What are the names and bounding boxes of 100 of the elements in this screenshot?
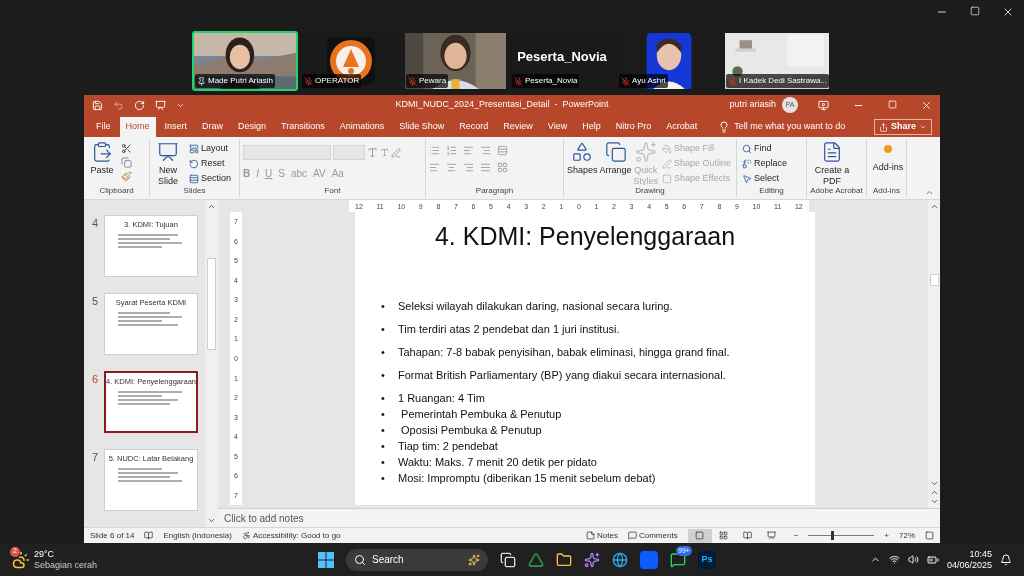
scroll-up-icon[interactable] bbox=[929, 202, 939, 211]
ribbon-tab[interactable]: View bbox=[541, 117, 574, 137]
ribbon-tab[interactable]: Acrobat bbox=[660, 117, 704, 137]
undo-icon[interactable] bbox=[113, 99, 124, 111]
align-left-icon[interactable] bbox=[429, 162, 440, 173]
participant-display-name: Peserta_Novia bbox=[517, 48, 607, 67]
task-view-icon[interactable] bbox=[500, 551, 516, 568]
format-painter-icon[interactable] bbox=[121, 171, 132, 182]
ribbon-tab[interactable]: Animations bbox=[333, 117, 391, 137]
notes-button[interactable]: Notes bbox=[586, 529, 618, 542]
scroll-down-icon[interactable] bbox=[929, 479, 939, 488]
weather-icon[interactable] bbox=[12, 550, 30, 569]
increase-indent-icon[interactable] bbox=[480, 145, 491, 156]
comments-button[interactable]: Comments bbox=[627, 529, 678, 542]
notes-placeholder[interactable]: Click to add notes bbox=[224, 510, 304, 526]
ribbon-tab[interactable]: Review bbox=[497, 117, 539, 137]
maximize-icon[interactable] bbox=[970, 6, 980, 16]
ribbon-button[interactable]: Layout bbox=[187, 141, 234, 156]
ribbon-button[interactable]: Select bbox=[740, 171, 803, 185]
ribbon-tab[interactable]: Draw bbox=[196, 117, 230, 137]
ribbon-large-button[interactable]: Paste bbox=[87, 139, 117, 182]
notes-icon bbox=[586, 531, 596, 540]
bullet-text: 1 Ruangan: 4 Tim bbox=[398, 390, 485, 406]
next-slide-icon[interactable] bbox=[929, 497, 939, 506]
numbering-icon[interactable] bbox=[446, 145, 457, 156]
share-button[interactable]: Share bbox=[874, 119, 932, 135]
ribbon-tab[interactable]: Transitions bbox=[275, 117, 331, 137]
photoshop-icon[interactable]: Ps bbox=[698, 550, 716, 569]
justify-icon[interactable] bbox=[480, 162, 491, 173]
ribbon-tab[interactable]: Insert bbox=[158, 117, 194, 137]
save-icon[interactable] bbox=[92, 99, 103, 111]
grow-font-icon[interactable] bbox=[367, 147, 378, 158]
font-size-field[interactable] bbox=[333, 145, 365, 160]
scroll-down-icon[interactable] bbox=[207, 516, 216, 525]
ribbon-display-icon[interactable] bbox=[818, 99, 829, 111]
clock-date[interactable]: 04/06/2025 bbox=[946, 559, 992, 571]
folder-icon[interactable] bbox=[556, 551, 572, 568]
close-icon[interactable] bbox=[1002, 6, 1014, 18]
participant-tile[interactable]: Pewara bbox=[403, 31, 508, 91]
ribbon-large-button[interactable]: Arrange bbox=[599, 139, 632, 185]
clock-time[interactable]: 10:45 bbox=[969, 548, 992, 560]
cut-icon[interactable] bbox=[121, 143, 132, 154]
ribbon-large-button[interactable]: Create a PDF bbox=[810, 139, 854, 185]
participant-tile[interactable]: I Kadek Dedi Sastrawa... bbox=[723, 31, 831, 91]
accessibility-icon bbox=[241, 531, 251, 540]
battery-icon[interactable] bbox=[926, 553, 939, 566]
line-spacing-icon[interactable] bbox=[497, 145, 508, 156]
previous-slide-icon[interactable] bbox=[929, 488, 939, 497]
ribbon-tab[interactable]: Help bbox=[576, 117, 607, 137]
font-name-field[interactable] bbox=[243, 145, 331, 160]
zoom-level[interactable]: 72% bbox=[899, 529, 915, 542]
ribbon-tab[interactable]: Design bbox=[232, 117, 273, 137]
ribbon-tab[interactable]: Home bbox=[119, 117, 156, 137]
view-button[interactable] bbox=[687, 528, 712, 543]
scrollbar[interactable] bbox=[205, 200, 218, 527]
scroll-up-icon[interactable] bbox=[207, 202, 216, 211]
bullet-icon: • bbox=[381, 421, 398, 438]
collapse-ribbon-icon[interactable] bbox=[925, 188, 934, 197]
participant-tile[interactable]: Made Putri Ariasih bbox=[192, 31, 298, 91]
accessibility-status[interactable]: Accessibility: Good to go bbox=[252, 529, 341, 542]
volume-icon[interactable] bbox=[907, 554, 919, 565]
drive-icon[interactable] bbox=[528, 551, 544, 568]
ribbon-button[interactable]: Section bbox=[187, 171, 234, 185]
ribbon-tab[interactable]: Record bbox=[453, 117, 495, 137]
add-ins-button[interactable]: Add-ins bbox=[870, 139, 903, 175]
shrink-font-icon[interactable] bbox=[380, 148, 389, 157]
chat-app-icon[interactable] bbox=[670, 551, 686, 568]
notifications-icon[interactable] bbox=[1000, 553, 1012, 566]
bullets-icon[interactable] bbox=[429, 145, 440, 156]
browser-icon[interactable] bbox=[612, 551, 628, 568]
scrollbar-thumb[interactable] bbox=[207, 257, 216, 350]
align-center-icon[interactable] bbox=[446, 162, 457, 173]
windows-start-icon[interactable] bbox=[318, 551, 334, 568]
spelling-icon[interactable] bbox=[144, 531, 154, 540]
ribbon-large-button[interactable]: New Slide bbox=[153, 139, 183, 185]
ribbon-button[interactable]: Find bbox=[740, 141, 803, 156]
redo-icon[interactable] bbox=[134, 99, 145, 111]
columns-icon[interactable] bbox=[497, 162, 508, 173]
ribbon-tab[interactable]: Slide Show bbox=[393, 117, 451, 137]
zoom-in-button[interactable]: + bbox=[884, 529, 889, 542]
copilot-icon[interactable] bbox=[584, 551, 600, 568]
zoom-slider-thumb[interactable] bbox=[831, 531, 835, 540]
ribbon-tab[interactable]: Nitro Pro bbox=[609, 117, 658, 137]
ribbon-button[interactable]: Reset bbox=[187, 156, 234, 171]
slideshow-icon[interactable] bbox=[155, 99, 166, 111]
ribbon-button[interactable]: Replace bbox=[740, 156, 803, 171]
wifi-icon[interactable] bbox=[888, 554, 900, 565]
scrollbar-thumb[interactable] bbox=[929, 274, 939, 286]
language-label[interactable]: English (Indonesia) bbox=[163, 529, 232, 542]
tell-me-field[interactable]: Tell me what you want to do bbox=[734, 120, 846, 134]
taskbar-search-field[interactable]: Search bbox=[346, 548, 488, 571]
align-right-icon[interactable] bbox=[463, 162, 474, 173]
ribbon-tab[interactable]: File bbox=[90, 117, 117, 137]
decrease-indent-icon[interactable] bbox=[463, 145, 474, 156]
fit-slide-icon[interactable] bbox=[925, 531, 934, 540]
ribbon-large-button[interactable]: Shapes bbox=[567, 139, 598, 185]
zoom-out-button[interactable]: − bbox=[793, 529, 799, 542]
bullet-text: Oposisi Pembuka & Penutup bbox=[400, 422, 542, 438]
scrollbar[interactable] bbox=[928, 200, 940, 508]
video-call-app-icon[interactable] bbox=[640, 550, 658, 569]
